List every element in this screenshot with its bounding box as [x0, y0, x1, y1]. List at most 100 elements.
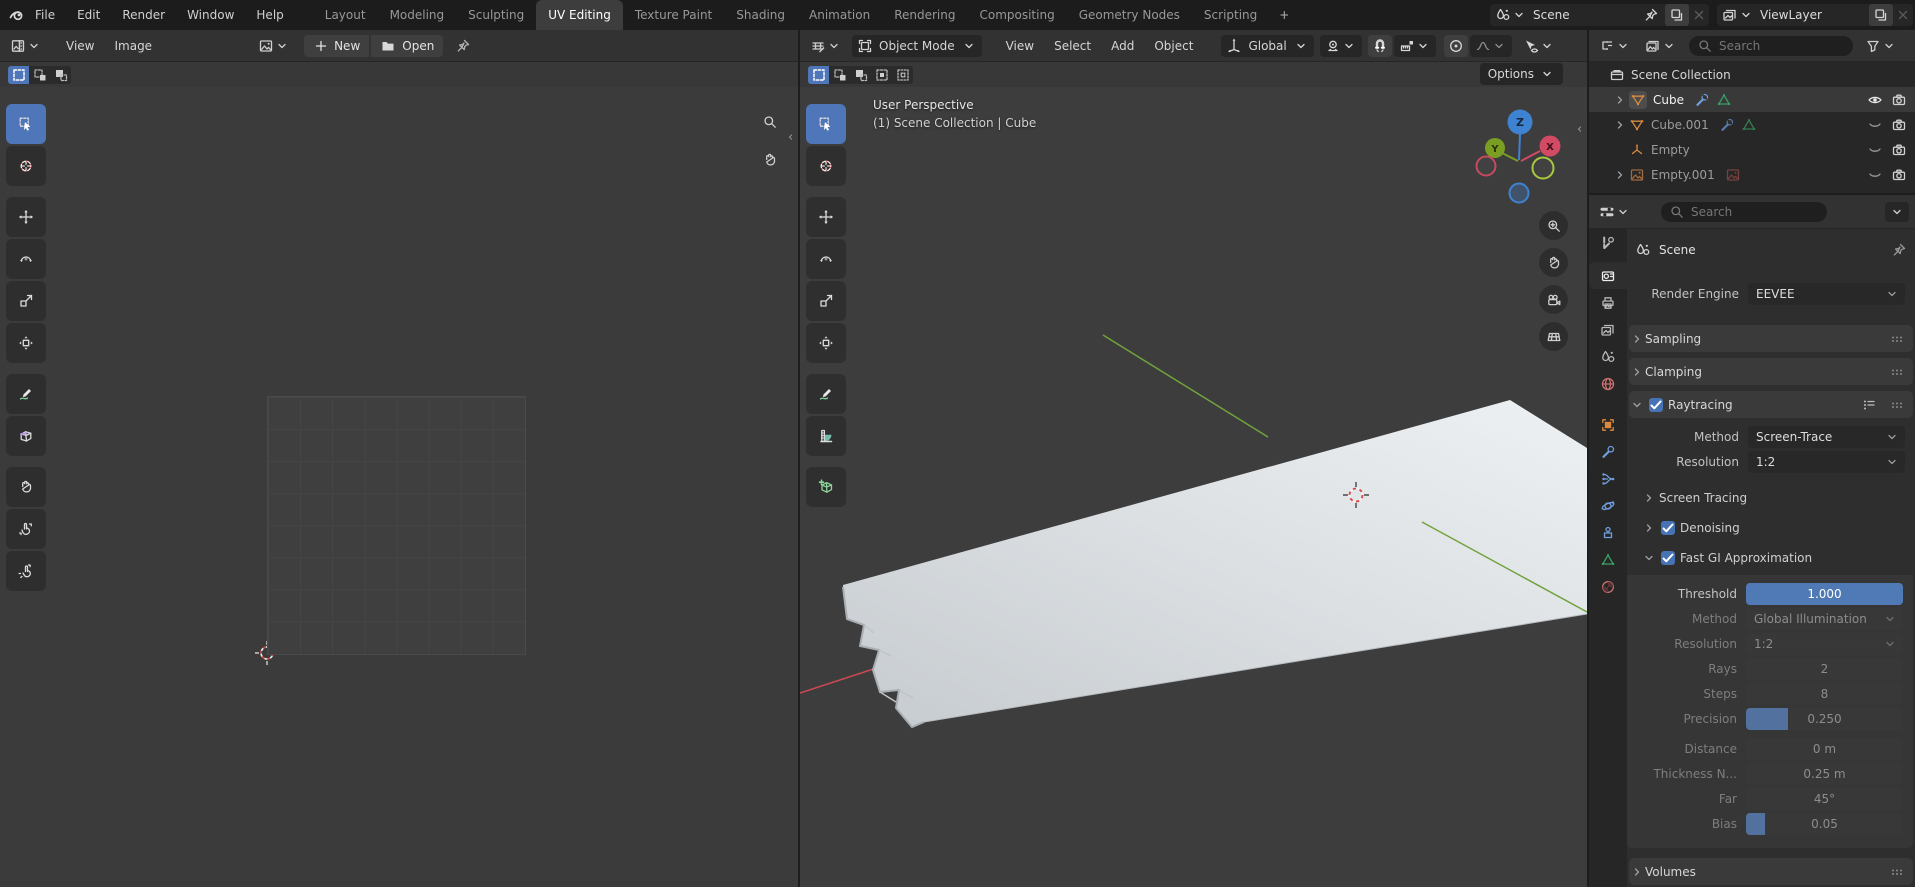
snap-settings-dropdown[interactable] [1394, 35, 1436, 57]
workspace-tab-animation[interactable]: Animation [797, 0, 882, 30]
tool-transform-button[interactable] [6, 323, 46, 363]
properties-search-input[interactable]: Search [1661, 202, 1827, 222]
property-field-method[interactable]: Global Illumination [1746, 608, 1903, 630]
object-name[interactable]: Cube [1653, 93, 1684, 107]
image-browse-button[interactable] [254, 38, 294, 54]
collapse-sidebar-icon[interactable]: ‹ [788, 130, 793, 145]
tool-annotate-button[interactable] [806, 374, 846, 414]
grip-icon[interactable] [1889, 331, 1905, 347]
subpanel-denoising[interactable]: Denoising [1641, 517, 1915, 539]
expand-arrow-icon[interactable] [1611, 117, 1629, 133]
expand-arrow-icon[interactable] [1611, 92, 1629, 108]
tool-scale-button[interactable] [6, 281, 46, 321]
chevron-down-icon[interactable] [1738, 7, 1754, 23]
topbar-menu-help[interactable]: Help [245, 0, 294, 30]
eye-closed-icon[interactable] [1867, 167, 1883, 183]
outliner-search-input[interactable]: Search [1689, 36, 1853, 56]
new-scene-button[interactable] [1665, 4, 1689, 26]
tool-move-button[interactable] [6, 197, 46, 237]
workspace-tab-sculpting[interactable]: Sculpting [456, 0, 536, 30]
orthographic-toggle-button[interactable] [1539, 322, 1568, 351]
new-viewlayer-button[interactable] [1869, 4, 1893, 26]
tool-cursor-button[interactable] [806, 146, 846, 186]
navigation-gizmo[interactable]: Z Y X [1477, 110, 1561, 203]
expand-arrow-icon[interactable] [1611, 167, 1629, 183]
mesh-plane-object[interactable] [843, 400, 1587, 727]
tool-cursor-button[interactable] [6, 146, 46, 186]
delete-scene-button[interactable] [1689, 7, 1709, 23]
mode-dropdown[interactable]: Object Mode [852, 35, 982, 57]
chevron-down-icon[interactable] [1511, 7, 1527, 23]
select-mode-set-button[interactable] [8, 66, 29, 84]
property-field-bias[interactable]: 0.05 [1746, 813, 1903, 835]
properties-tab-object-data[interactable] [1589, 546, 1627, 573]
object-name[interactable]: Empty.001 [1651, 168, 1715, 182]
fast-gi-checkbox[interactable] [1661, 551, 1675, 565]
list-icon[interactable] [1861, 397, 1877, 413]
filter-dropdown[interactable] [1861, 38, 1901, 54]
editor-type-button[interactable] [806, 38, 846, 54]
properties-tab-world[interactable] [1589, 370, 1627, 397]
properties-tab-particles[interactable] [1589, 465, 1627, 492]
topbar-menu-window[interactable]: Window [176, 0, 245, 30]
gizmo-x-neg-handle[interactable] [1477, 157, 1496, 176]
new-image-button[interactable]: New [304, 35, 369, 57]
object-name[interactable]: Cube.001 [1651, 118, 1709, 132]
camera-visibility-icon[interactable] [1891, 117, 1907, 133]
property-field-far[interactable]: 45° [1746, 788, 1903, 810]
outliner-row-scene-collection[interactable]: Scene Collection [1589, 62, 1915, 87]
outliner-row-cube-001[interactable]: Cube.001 [1589, 112, 1915, 137]
scene-selector[interactable]: Scene [1490, 4, 1709, 26]
camera-view-button[interactable] [1539, 285, 1568, 314]
collapse-sidebar-icon[interactable]: ‹ [1577, 122, 1582, 137]
breadcrumb-scene[interactable]: Scene [1659, 243, 1696, 257]
workspace-tab-modeling[interactable]: Modeling [378, 0, 457, 30]
subpanel-fast-gi[interactable]: Fast GI Approximation [1641, 547, 1915, 569]
pivot-point-dropdown[interactable] [1320, 35, 1362, 57]
tool-transform-button[interactable] [806, 323, 846, 363]
workspace-tab-geometry-nodes[interactable]: Geometry Nodes [1067, 0, 1192, 30]
viewport-select-menu[interactable]: Select [1044, 39, 1101, 53]
pan-view-button[interactable] [1539, 248, 1568, 277]
viewport-view-menu[interactable]: View [996, 39, 1044, 53]
camera-visibility-icon[interactable] [1891, 142, 1907, 158]
properties-tab-tool[interactable] [1589, 229, 1627, 256]
tool-tweak-button[interactable] [6, 104, 46, 144]
uv-view-menu[interactable]: View [56, 39, 104, 53]
pin-icon[interactable] [455, 38, 471, 54]
object-name[interactable]: Empty [1651, 143, 1690, 157]
grip-icon[interactable] [1889, 864, 1905, 880]
property-field-resolution[interactable]: 1:2 [1746, 633, 1903, 655]
select-mode-set-button[interactable] [808, 66, 829, 84]
properties-tab-physics[interactable] [1589, 492, 1627, 519]
properties-options-dropdown[interactable] [1885, 202, 1909, 222]
tool-grab-button[interactable] [6, 467, 46, 507]
workspace-tab-uv-editing[interactable]: UV Editing [536, 0, 623, 30]
panel-raytracing[interactable]: Raytracing [1629, 391, 1913, 418]
properties-tab-render[interactable] [1589, 262, 1627, 289]
tool-annotate-button[interactable] [6, 374, 46, 414]
outliner-row-empty[interactable]: Empty [1589, 137, 1915, 162]
properties-tab-object[interactable] [1589, 411, 1627, 438]
topbar-menu-render[interactable]: Render [111, 0, 176, 30]
properties-tab-output[interactable] [1589, 289, 1627, 316]
pin-icon[interactable] [1891, 242, 1907, 258]
snap-toggle[interactable] [1368, 35, 1392, 57]
tool-relax-button[interactable] [6, 509, 46, 549]
properties-tab-scene[interactable] [1589, 343, 1627, 370]
pan-view-icon[interactable] [755, 145, 784, 174]
property-field-thickness-n-[interactable]: 0.25 m [1746, 763, 1903, 785]
properties-tab-view-layer[interactable] [1589, 316, 1627, 343]
workspace-tab-shading[interactable]: Shading [724, 0, 797, 30]
tool-rip-region-button[interactable] [6, 416, 46, 456]
tool-scale-button[interactable] [806, 281, 846, 321]
gizmo-z-neg-handle[interactable] [1510, 184, 1529, 203]
eye-open-icon[interactable] [1867, 92, 1883, 108]
add-workspace-button[interactable]: + [1269, 0, 1299, 30]
workspace-tab-layout[interactable]: Layout [313, 0, 378, 30]
workspace-tab-texture-paint[interactable]: Texture Paint [623, 0, 724, 30]
viewlayer-name[interactable]: ViewLayer [1754, 8, 1828, 22]
property-field-steps[interactable]: 8 [1746, 683, 1903, 705]
tool-add-cube-button[interactable] [806, 467, 846, 507]
property-field-threshold[interactable]: 1.000 [1746, 583, 1903, 605]
